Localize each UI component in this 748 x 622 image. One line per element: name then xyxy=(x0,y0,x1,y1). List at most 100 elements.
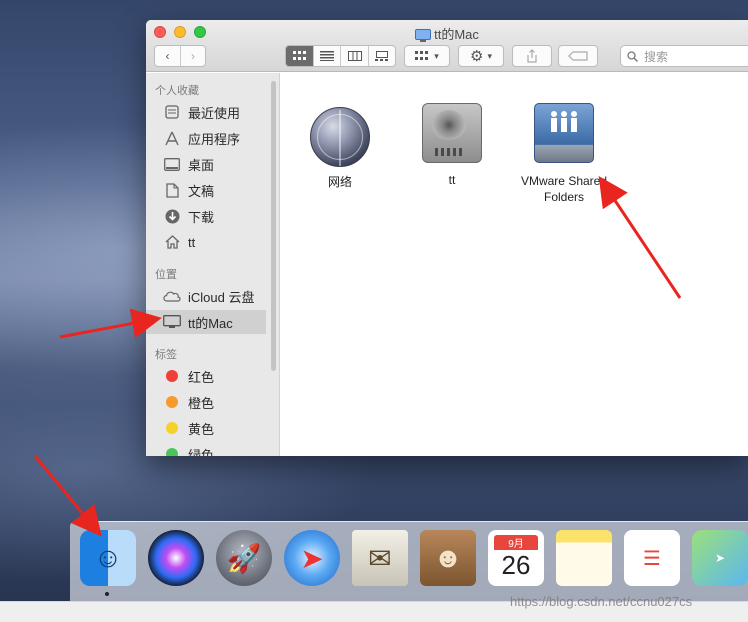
search-icon xyxy=(627,50,638,62)
finder-window: tt的Mac ‹ › ▾ ⚙ ▾ 搜索 个人收藏 最近使用 应用程序 桌面 文稿… xyxy=(146,20,748,456)
dock-finder[interactable]: ☺ xyxy=(80,530,136,586)
dock-contacts[interactable]: ☻ xyxy=(420,530,476,586)
sidebar-item-tag-orange[interactable]: 橙色 xyxy=(146,390,266,414)
title-bar: tt的Mac ‹ › ▾ ⚙ ▾ 搜索 xyxy=(146,20,748,72)
sidebar-item-label: 绿色 xyxy=(188,447,215,457)
dock-notes[interactable] xyxy=(556,530,612,586)
yellow-tag-dot-icon xyxy=(162,419,182,437)
locations-header: 位置 xyxy=(155,269,177,281)
sidebar-item-label: 文稿 xyxy=(188,183,215,199)
network-globe-icon xyxy=(310,107,370,167)
sidebar-item-label: tt xyxy=(188,234,196,250)
sidebar-item-label: 黄色 xyxy=(188,421,215,437)
compass-icon: ➤ xyxy=(300,542,324,574)
tag-icon xyxy=(568,51,588,61)
sidebar-item-documents[interactable]: 文稿 xyxy=(146,178,266,202)
sidebar-item-label: 桌面 xyxy=(188,157,215,173)
recents-icon xyxy=(162,103,182,121)
mail-eagle-icon: ✉ xyxy=(368,542,392,574)
gear-icon: ⚙ xyxy=(470,48,484,65)
network-item[interactable]: 网络 xyxy=(292,107,388,190)
gallery-view-button[interactable] xyxy=(367,46,395,66)
column-view-button[interactable] xyxy=(340,46,367,66)
sidebar: 个人收藏 最近使用 应用程序 桌面 文稿 下载 tt 位置 iCloud 云盘 … xyxy=(146,73,280,456)
shared-folder-icon xyxy=(534,103,594,163)
finder-face-icon: ☺ xyxy=(93,542,123,573)
desktop-icon xyxy=(162,155,182,173)
green-tag-dot-icon xyxy=(162,445,182,456)
sidebar-item-tag-green[interactable]: 绿色 xyxy=(146,442,266,456)
hard-disk-item[interactable]: tt xyxy=(404,103,500,187)
computer-icon xyxy=(162,313,182,331)
red-tag-dot-icon xyxy=(162,367,182,385)
sidebar-item-label: tt的Mac xyxy=(188,315,233,331)
search-placeholder: 搜索 xyxy=(644,49,669,64)
applications-icon xyxy=(162,129,182,147)
gallery-icon xyxy=(374,51,388,61)
calendar-month: 9月 xyxy=(494,535,538,550)
window-title-text: tt的Mac xyxy=(434,27,479,42)
sidebar-item-label: 橙色 xyxy=(188,395,215,411)
computer-icon xyxy=(415,29,432,42)
finder-running-indicator xyxy=(105,592,109,596)
sidebar-item-downloads[interactable]: 下载 xyxy=(146,204,266,228)
dock-calendar[interactable]: 9月 26 xyxy=(488,530,544,586)
sidebar-item-home[interactable]: tt xyxy=(146,230,266,254)
home-icon xyxy=(162,233,182,251)
icon-view-button[interactable] xyxy=(286,46,314,66)
tags-header: 标签 xyxy=(155,349,177,361)
orange-tag-dot-icon xyxy=(162,393,182,411)
sidebar-item-label: 应用程序 xyxy=(188,131,241,147)
dock-safari[interactable]: ➤ xyxy=(284,530,340,586)
sidebar-item-applications[interactable]: 应用程序 xyxy=(146,126,266,150)
list-icon xyxy=(320,51,335,61)
action-button[interactable]: ⚙ ▾ xyxy=(458,45,504,67)
sidebar-item-label: 下载 xyxy=(188,209,215,225)
sidebar-item-this-mac[interactable]: tt的Mac xyxy=(146,310,266,334)
list-view-button[interactable] xyxy=(313,46,340,66)
forward-button[interactable]: › xyxy=(179,46,205,66)
chevron-down-icon: ▾ xyxy=(487,50,492,61)
downloads-icon xyxy=(162,207,182,225)
sidebar-item-desktop[interactable]: 桌面 xyxy=(146,152,266,176)
arrange-button[interactable]: ▾ xyxy=(404,45,450,67)
dock-maps[interactable]: ➤ xyxy=(692,530,748,586)
chevron-left-icon: ‹ xyxy=(165,49,170,63)
columns-icon xyxy=(347,51,362,61)
sidebar-item-icloud[interactable]: iCloud 云盘 xyxy=(146,284,266,308)
watermark-text: https://blog.csdn.net/ccnu027cs xyxy=(510,594,693,609)
item-label: tt xyxy=(448,173,456,187)
dock-mail[interactable]: ✉ xyxy=(352,530,408,586)
rocket-icon: 🚀 xyxy=(226,542,262,574)
icloud-icon xyxy=(162,287,182,305)
sidebar-item-tag-yellow[interactable]: 黄色 xyxy=(146,416,266,440)
dock-launchpad[interactable]: 🚀 xyxy=(216,530,272,586)
chevron-down-icon: ▾ xyxy=(434,50,439,61)
reminders-list-icon: ☰ xyxy=(643,547,661,570)
people-icon xyxy=(551,111,577,132)
sidebar-item-label: 红色 xyxy=(188,369,215,385)
calendar-day: 26 xyxy=(501,550,531,580)
sidebar-scrollbar[interactable] xyxy=(271,81,276,371)
back-forward-buttons: ‹ › xyxy=(154,45,206,67)
search-field[interactable]: 搜索 xyxy=(620,45,748,67)
file-browser-content: 网络 tt VMware Shared Folders xyxy=(282,73,748,456)
sidebar-item-label: iCloud 云盘 xyxy=(188,289,255,305)
item-label: 网络 xyxy=(327,175,352,189)
dock-reminders[interactable]: ☰ xyxy=(624,530,680,586)
dock-siri[interactable] xyxy=(148,530,204,586)
maps-icon: ➤ xyxy=(714,551,726,565)
item-label: VMware Shared Folders xyxy=(520,174,608,204)
chevron-right-icon: › xyxy=(190,49,195,63)
icon-grid-icon xyxy=(292,51,306,60)
back-button[interactable]: ‹ xyxy=(155,46,180,66)
contacts-book-icon: ☻ xyxy=(433,542,463,573)
vmware-shared-folders-item[interactable]: VMware Shared Folders xyxy=(514,103,614,205)
share-button[interactable] xyxy=(512,45,552,67)
tag-button[interactable] xyxy=(558,45,598,67)
dock: ☺ 🚀 ➤ ✉ ☻ 9月 26 ☰ ➤ xyxy=(70,521,748,601)
sidebar-item-tag-red[interactable]: 红色 xyxy=(146,364,266,388)
sidebar-item-recents[interactable]: 最近使用 xyxy=(146,100,266,124)
share-icon xyxy=(527,49,537,63)
sidebar-item-label: 最近使用 xyxy=(188,105,241,121)
